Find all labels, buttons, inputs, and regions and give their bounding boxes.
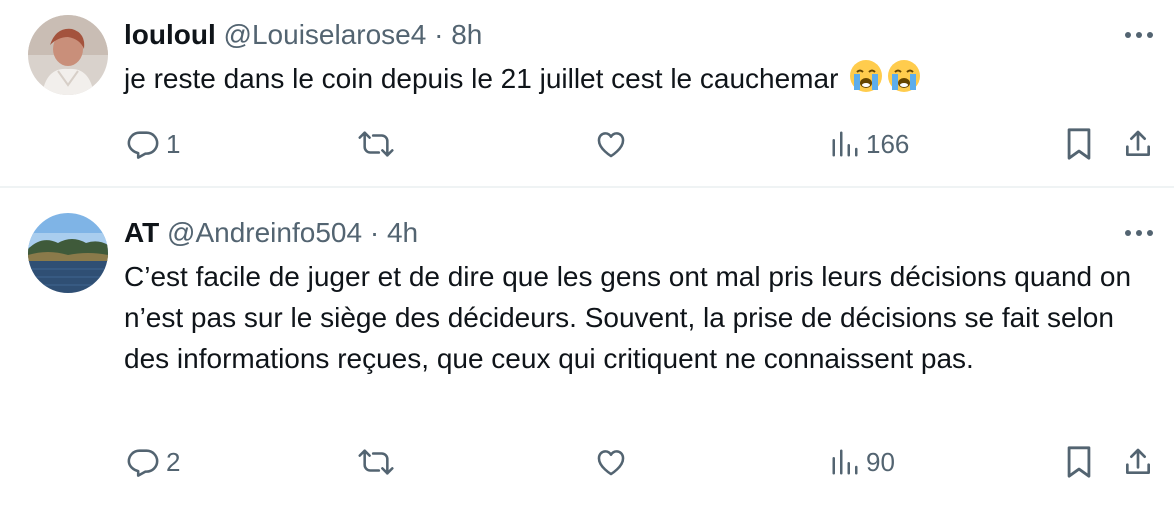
like-button[interactable] — [594, 124, 634, 164]
bookmark-icon — [1064, 127, 1094, 161]
user-handle[interactable]: @Andreinfo504 — [167, 217, 362, 248]
repost-arrows-icon — [357, 445, 395, 479]
views-bar-chart-icon — [830, 129, 860, 159]
reply-button[interactable]: 1 — [126, 124, 180, 164]
reply-feed: louloul @Louiselarose4 · 8h je reste dan… — [0, 0, 1174, 506]
separator-dot: · — [434, 19, 444, 50]
bookmark-button[interactable] — [1064, 124, 1094, 164]
heart-icon — [594, 127, 628, 161]
repost-button[interactable] — [357, 124, 401, 164]
display-name[interactable]: AT — [124, 217, 159, 248]
share-button[interactable] — [1122, 124, 1154, 164]
reply-count: 1 — [166, 128, 181, 159]
loudly-crying-face-icon — [886, 58, 922, 105]
tweet[interactable]: AT @Andreinfo504 · 4h C’est facile de ju… — [0, 188, 1174, 506]
share-upload-icon — [1122, 445, 1154, 479]
tweet-header: louloul @Louiselarose4 · 8h — [124, 18, 1114, 52]
avatar[interactable] — [28, 213, 108, 293]
views-button[interactable]: 166 — [830, 124, 909, 164]
reply-bubble-icon — [126, 127, 160, 161]
views-bar-chart-icon — [830, 447, 860, 477]
more-dots-icon[interactable] — [1122, 18, 1156, 52]
share-button[interactable] — [1122, 442, 1154, 482]
tweet-text: C’est facile de juger et de dire que les… — [124, 256, 1134, 379]
bookmark-button[interactable] — [1064, 442, 1094, 482]
reply-count: 2 — [166, 446, 181, 477]
repost-button[interactable] — [357, 442, 401, 482]
tweet-text-content: je reste dans le coin depuis le 21 juill… — [124, 63, 839, 94]
heart-icon — [594, 445, 628, 479]
user-handle[interactable]: @Louiselarose4 — [224, 19, 427, 50]
separator-dot: · — [369, 217, 380, 248]
reply-bubble-icon — [126, 445, 160, 479]
tweet[interactable]: louloul @Louiselarose4 · 8h je reste dan… — [0, 0, 1174, 188]
reply-button[interactable]: 2 — [126, 442, 180, 482]
repost-arrows-icon — [357, 127, 395, 161]
more-dots-icon[interactable] — [1122, 216, 1156, 250]
share-upload-icon — [1122, 127, 1154, 161]
loudly-crying-face-icon — [848, 58, 884, 105]
tweet-text-content: C’est facile de juger et de dire que les… — [124, 261, 1132, 374]
action-bar: 2 90 — [0, 442, 1174, 482]
view-count: 166 — [866, 128, 910, 159]
action-bar: 1 166 — [0, 124, 1174, 164]
bookmark-icon — [1064, 445, 1094, 479]
views-button[interactable]: 90 — [830, 442, 895, 482]
tweet-text: je reste dans le coin depuis le 21 juill… — [124, 58, 1134, 105]
display-name[interactable]: louloul — [124, 19, 216, 50]
like-button[interactable] — [594, 442, 634, 482]
avatar[interactable] — [28, 15, 108, 95]
timestamp[interactable]: 4h — [387, 217, 418, 248]
view-count: 90 — [866, 446, 895, 477]
timestamp[interactable]: 8h — [451, 19, 482, 50]
tweet-header: AT @Andreinfo504 · 4h — [124, 216, 1114, 250]
